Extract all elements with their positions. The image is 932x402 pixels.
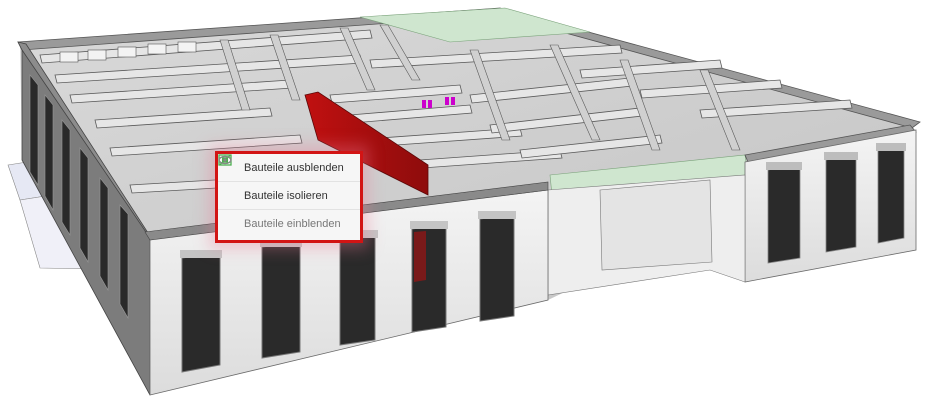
menu-item-label: Bauteile einblenden (244, 218, 341, 230)
isolate-box-icon (218, 154, 240, 203)
menu-item-isolate-components[interactable]: Bauteile isolieren (218, 154, 360, 210)
eye-icon (218, 155, 240, 231)
menu-item-label: Bauteile ausblenden (244, 161, 344, 174)
red-window-highlight (414, 231, 426, 282)
menu-item-hide-components[interactable]: Bauteile ausblenden (218, 154, 360, 182)
menu-item-show-components[interactable]: Bauteile einblenden (218, 155, 360, 238)
context-menu: Bauteile ausblenden Bauteile isolieren B… (215, 151, 363, 243)
menu-item-label: Bauteile isolieren (244, 189, 328, 202)
building-model-render[interactable] (0, 0, 932, 402)
3d-viewport[interactable]: Bauteile ausblenden Bauteile isolieren B… (0, 0, 932, 402)
courtyard-back-wall (599, 179, 713, 271)
